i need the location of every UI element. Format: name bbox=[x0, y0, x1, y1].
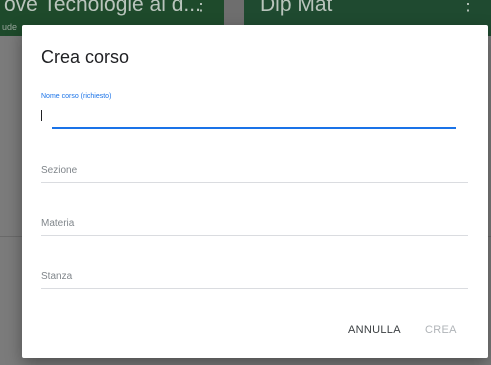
course-name-input[interactable] bbox=[52, 108, 464, 124]
text-cursor bbox=[41, 110, 42, 121]
dialog-actions: ANNULLA CREA bbox=[22, 298, 488, 358]
more-vert-icon: ⋮ bbox=[192, 0, 210, 14]
course-name-label: Nome corso (richiesto) bbox=[41, 93, 112, 100]
more-vert-icon: ⋮ bbox=[459, 0, 477, 14]
dialog-title: Crea corso bbox=[41, 47, 130, 67]
course-name-field[interactable]: Nome corso (richiesto) bbox=[41, 93, 468, 133]
cancel-button[interactable]: ANNULLA bbox=[348, 320, 401, 340]
section-placeholder: Sezione bbox=[41, 165, 78, 176]
create-course-dialog: Crea corso Nome corso (richiesto) Sezion… bbox=[22, 25, 488, 358]
create-button[interactable]: CREA bbox=[425, 320, 457, 340]
background-card-subtitle: ude bbox=[2, 22, 18, 32]
subject-underline bbox=[41, 235, 468, 236]
section-field[interactable]: Sezione bbox=[41, 165, 468, 183]
course-name-underline bbox=[52, 127, 456, 129]
background-card-title: Dip Mat bbox=[260, 0, 333, 16]
section-underline bbox=[41, 182, 468, 183]
subject-placeholder: Materia bbox=[41, 218, 75, 229]
background-card-title: ove Tecnologie al d... bbox=[4, 0, 201, 16]
subject-field[interactable]: Materia bbox=[41, 218, 468, 236]
room-placeholder: Stanza bbox=[41, 271, 73, 282]
room-field[interactable]: Stanza bbox=[41, 271, 468, 289]
room-underline bbox=[41, 288, 468, 289]
